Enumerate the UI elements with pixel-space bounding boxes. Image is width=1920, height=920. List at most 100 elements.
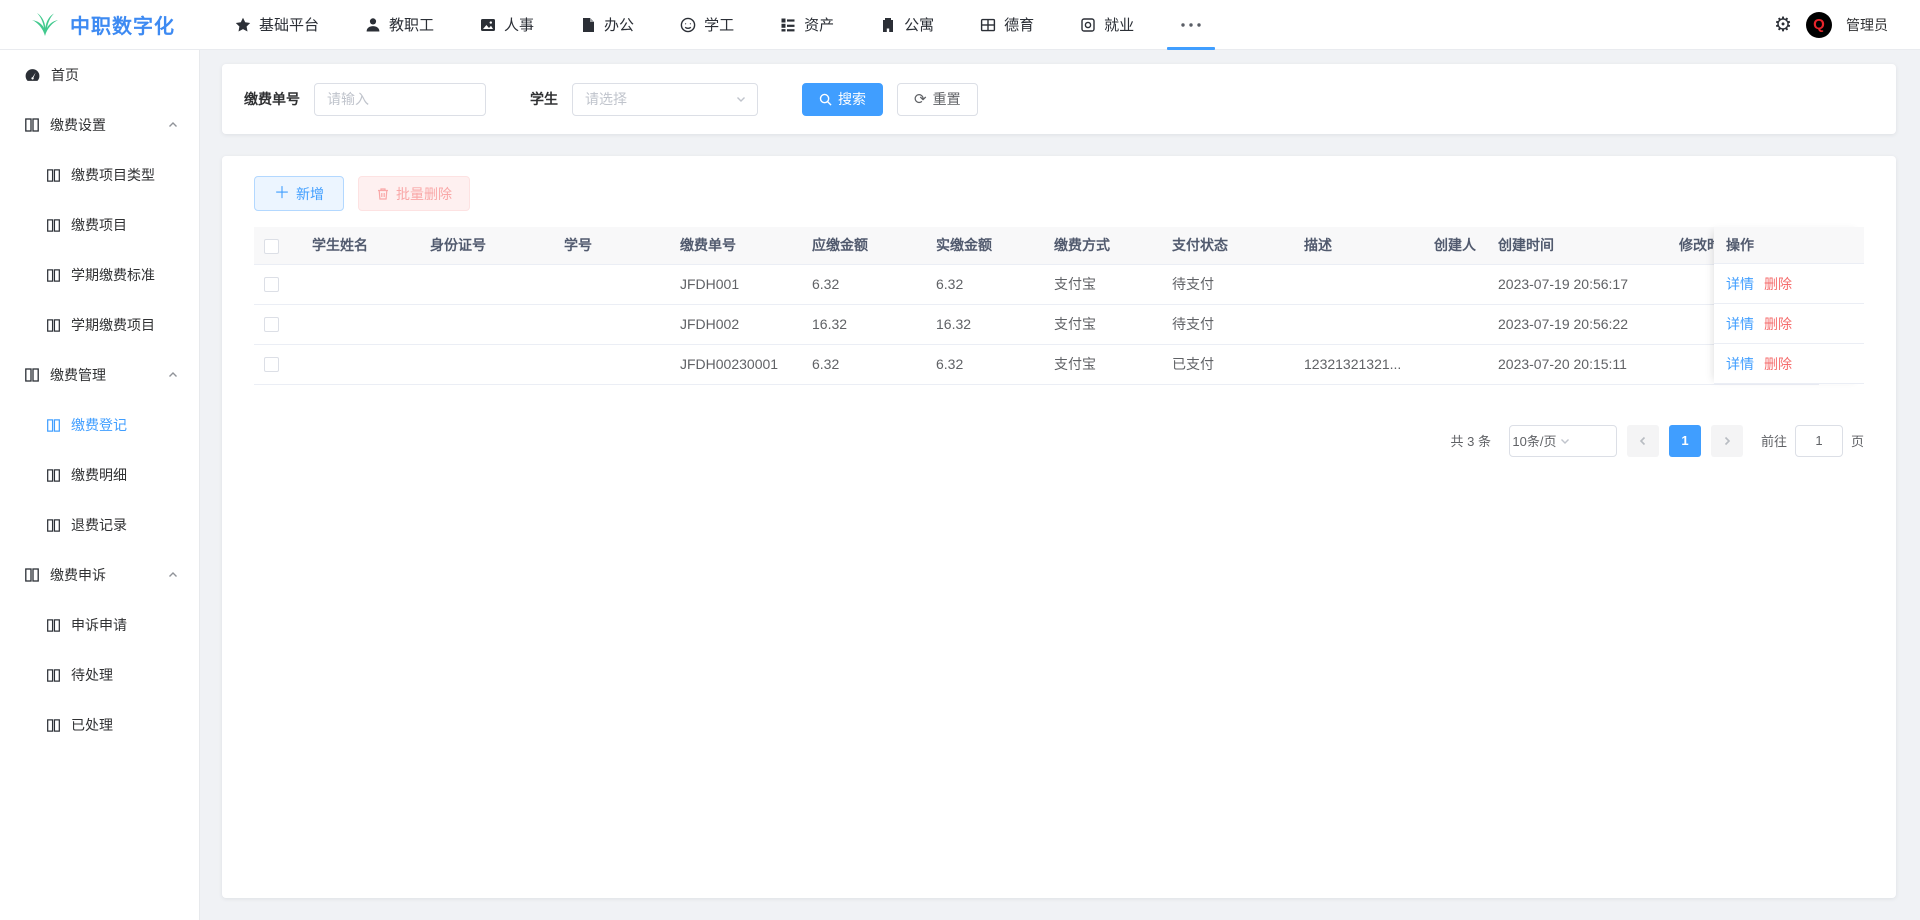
sidebar-group-payment-management[interactable]: 缴费管理 <box>0 350 199 400</box>
more-icon <box>1180 22 1202 28</box>
page-unit-label: 页 <box>1851 431 1864 450</box>
cell-student-no <box>554 344 670 384</box>
leaf-icon <box>30 12 60 38</box>
sidebar-group-payment-settings[interactable]: 缴费设置 <box>0 100 199 150</box>
sidebar-item-label: 缴费明细 <box>71 465 127 485</box>
sidebar-item-payment-item-type[interactable]: 缴费项目类型 <box>0 150 199 200</box>
delete-link[interactable]: 删除 <box>1764 314 1792 334</box>
page-size-select[interactable]: 10条/页 <box>1509 425 1617 457</box>
page-size-value: 10条/页 <box>1510 431 1559 450</box>
table-panel: ＋ 新增 批量删除 学生姓名 身份证号 <box>222 156 1896 898</box>
user-name[interactable]: 管理员 <box>1846 15 1888 35</box>
sidebar-item-pending[interactable]: 待处理 <box>0 650 199 700</box>
row-checkbox[interactable] <box>264 277 279 292</box>
cell-student-name <box>302 304 420 344</box>
plus-icon: ＋ <box>274 186 290 202</box>
gear-icon[interactable]: ⚙ <box>1774 15 1792 35</box>
order-no-label: 缴费单号 <box>244 89 300 109</box>
sidebar-item-processed[interactable]: 已处理 <box>0 700 199 750</box>
detail-link[interactable]: 详情 <box>1726 274 1754 294</box>
sidebar-item-appeal-apply[interactable]: 申诉申请 <box>0 600 199 650</box>
col-description: 描述 <box>1294 227 1424 264</box>
col-student-no: 学号 <box>554 227 670 264</box>
row-checkbox[interactable] <box>264 317 279 332</box>
cell-created-at: 2023-07-19 20:56:17 <box>1488 264 1669 304</box>
avatar[interactable]: Q <box>1806 12 1832 38</box>
detail-link[interactable]: 详情 <box>1726 314 1754 334</box>
notebook-icon <box>46 418 61 433</box>
nav-label: 资产 <box>804 14 834 35</box>
detail-link[interactable]: 详情 <box>1726 354 1754 374</box>
nav-item-hr[interactable]: 人事 <box>457 0 557 50</box>
sidebar: 首页 缴费设置 缴费项目类型 缴费项目 学期缴费标准 学期缴费项目 缴费管理 缴… <box>0 50 200 920</box>
sidebar-item-home[interactable]: 首页 <box>0 50 199 100</box>
student-select[interactable]: 请选择 <box>572 83 758 116</box>
reset-button[interactable]: ⟳ 重置 <box>897 83 978 116</box>
sidebar-item-semester-payment-item[interactable]: 学期缴费项目 <box>0 300 199 350</box>
face-icon <box>680 17 696 33</box>
cell-amount-paid: 6.32 <box>926 344 1044 384</box>
notebook-icon <box>46 468 61 483</box>
nav-item-staff[interactable]: 教职工 <box>342 0 457 50</box>
sidebar-item-label: 学期缴费标准 <box>71 265 155 285</box>
main-content: 缴费单号 学生 请选择 搜索 ⟳ 重置 ＋ 新增 批量删除 <box>200 50 1920 920</box>
cell-pay-status: 待支付 <box>1162 264 1294 304</box>
chevron-right-icon <box>1721 435 1733 447</box>
sidebar-item-payment-registration[interactable]: 缴费登记 <box>0 400 199 450</box>
sidebar-item-label: 首页 <box>51 65 79 85</box>
prev-page-button[interactable] <box>1627 425 1659 457</box>
cell-order-no: JFDH001 <box>670 264 802 304</box>
sidebar-group-payment-appeal[interactable]: 缴费申诉 <box>0 550 199 600</box>
header-checkbox-cell <box>254 227 302 264</box>
notebook-icon <box>46 168 61 183</box>
navbar-right: ⚙ Q 管理员 <box>1774 12 1920 38</box>
batch-delete-button[interactable]: 批量删除 <box>358 176 470 211</box>
next-page-button[interactable] <box>1711 425 1743 457</box>
delete-link[interactable]: 删除 <box>1764 354 1792 374</box>
table-row: JFDH001 6.32 6.32 支付宝 待支付 2023-07-19 20:… <box>254 264 1819 304</box>
row-actions: 详情 删除 <box>1714 264 1864 304</box>
search-button[interactable]: 搜索 <box>802 83 883 116</box>
nav-label: 办公 <box>604 14 634 35</box>
cell-order-no: JFDH002 <box>670 304 802 344</box>
col-id-card: 身份证号 <box>420 227 554 264</box>
sidebar-group-label: 缴费申诉 <box>50 565 106 585</box>
page-number-button[interactable]: 1 <box>1669 425 1701 457</box>
select-all-checkbox[interactable] <box>264 239 279 254</box>
col-amount-paid: 实缴金额 <box>926 227 1044 264</box>
nav-item-office[interactable]: 办公 <box>557 0 657 50</box>
col-amount-due: 应缴金额 <box>802 227 926 264</box>
row-actions: 详情 删除 <box>1714 344 1864 384</box>
sidebar-item-semester-payment-standard[interactable]: 学期缴费标准 <box>0 250 199 300</box>
nav-item-platform[interactable]: 基础平台 <box>212 0 342 50</box>
notebook-icon <box>24 117 40 133</box>
nav-item-moral-education[interactable]: 德育 <box>957 0 1057 50</box>
chevron-down-icon <box>1559 435 1608 447</box>
nav-item-more[interactable] <box>1157 0 1225 50</box>
row-checkbox[interactable] <box>264 357 279 372</box>
student-select-placeholder: 请选择 <box>585 89 735 109</box>
add-button[interactable]: ＋ 新增 <box>254 176 344 211</box>
batch-delete-label: 批量删除 <box>396 184 452 204</box>
notebook-icon <box>46 668 61 683</box>
order-no-input[interactable] <box>314 83 486 116</box>
notebook-icon <box>46 718 61 733</box>
cell-amount-due: 16.32 <box>802 304 926 344</box>
goto-page-input[interactable] <box>1795 425 1843 457</box>
table-row: JFDH002 16.32 16.32 支付宝 待支付 2023-07-19 2… <box>254 304 1819 344</box>
dashboard-icon <box>24 67 41 84</box>
nav-item-employment[interactable]: 就业 <box>1057 0 1157 50</box>
nav-item-student-affairs[interactable]: 学工 <box>657 0 757 50</box>
delete-link[interactable]: 删除 <box>1764 274 1792 294</box>
building-icon <box>880 17 896 33</box>
cell-id-card <box>420 304 554 344</box>
grid-icon <box>980 17 996 33</box>
nav-item-apartment[interactable]: 公寓 <box>857 0 957 50</box>
sidebar-item-refund-record[interactable]: 退费记录 <box>0 500 199 550</box>
nav-item-assets[interactable]: 资产 <box>757 0 857 50</box>
notebook-icon <box>24 567 40 583</box>
sidebar-item-payment-item[interactable]: 缴费项目 <box>0 200 199 250</box>
table-row: JFDH00230001 6.32 6.32 支付宝 已支付 123213213… <box>254 344 1819 384</box>
cell-student-no <box>554 264 670 304</box>
sidebar-item-payment-detail[interactable]: 缴费明细 <box>0 450 199 500</box>
